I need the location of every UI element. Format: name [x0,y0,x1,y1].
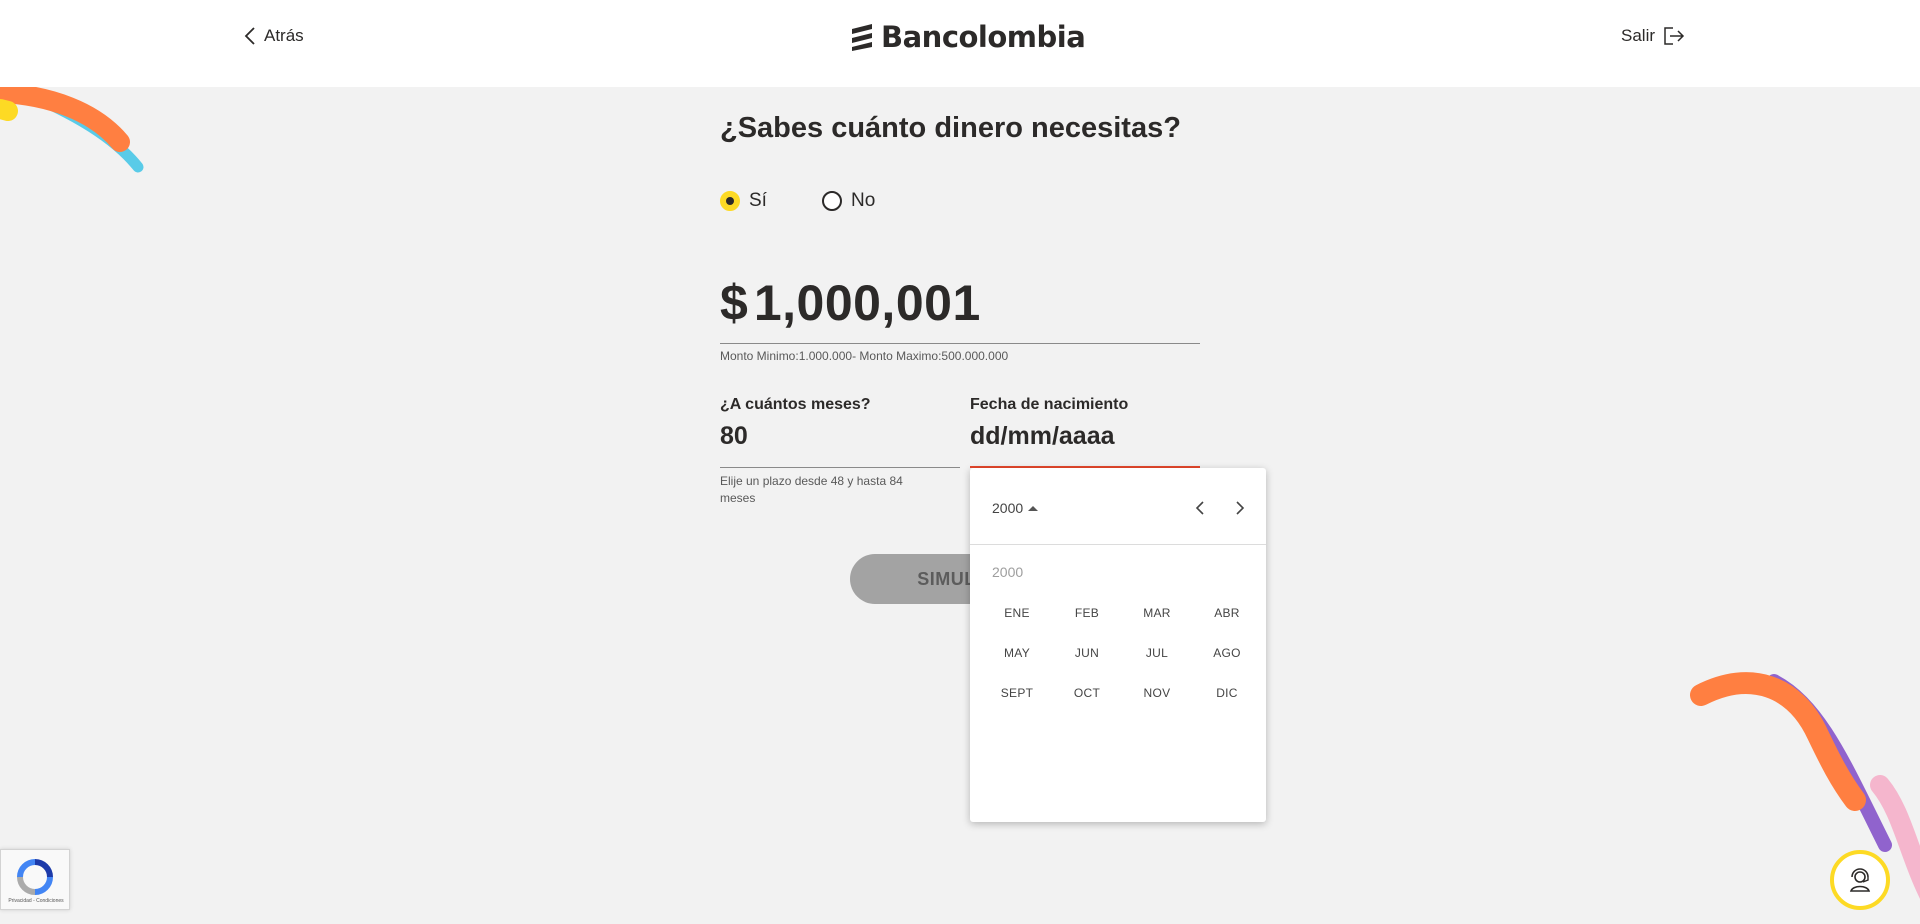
decorative-curve-top-left [0,87,144,173]
recaptcha-icon [17,859,53,895]
recaptcha-badge[interactable]: Privacidad - Condiciones [0,849,70,910]
amount-input[interactable]: $ 1,000,001 [720,262,1200,344]
next-year-button[interactable] [1228,496,1252,520]
back-label: Atrás [264,26,304,45]
brand-name: Bancolombia [881,20,1086,54]
month-grid: ENE FEB MAR ABR MAY JUN JUL AGO SEPT OCT… [982,593,1262,713]
radio-no-indicator[interactable] [822,191,842,211]
month-jul[interactable]: JUL [1122,633,1192,673]
bancolombia-logo-icon [852,24,872,51]
month-mar[interactable]: MAR [1122,593,1192,633]
month-ene[interactable]: ENE [982,593,1052,633]
month-dic[interactable]: DIC [1192,673,1262,713]
radio-yes-label: Sí [749,190,767,211]
header: Atrás Bancolombia Salir [0,0,1920,87]
months-label: ¿A cuántos meses? [720,396,871,413]
page-title: ¿Sabes cuánto dinero necesitas? [720,112,1181,144]
recaptcha-footer[interactable]: Privacidad - Condiciones [1,898,71,904]
months-hint: Elije un plazo desde 48 y hasta 84 meses [720,474,903,505]
month-oct[interactable]: OCT [1052,673,1122,713]
help-chat-button[interactable] [1830,850,1890,910]
caret-up-icon [1028,505,1039,511]
radio-yes[interactable]: Sí [720,190,767,212]
months-underline [720,467,960,468]
month-feb[interactable]: FEB [1052,593,1122,633]
chevron-right-icon [1236,501,1245,515]
currency-symbol: $ [720,274,748,331]
exit-label: Salir [1621,26,1656,45]
chevron-left-icon [1195,501,1204,515]
birthdate-input[interactable]: dd/mm/aaaa [970,422,1115,451]
exit-icon [1664,27,1685,45]
months-input[interactable]: 80 [720,422,748,451]
month-ago[interactable]: AGO [1192,633,1262,673]
month-may[interactable]: MAY [982,633,1052,673]
bancolombia-logo: Bancolombia [849,20,1086,54]
month-abr[interactable]: ABR [1192,593,1262,633]
birthdate-label: Fecha de nacimiento [970,396,1129,413]
picker-header: 2000 [970,468,1266,545]
month-jun[interactable]: JUN [1052,633,1122,673]
month-sept[interactable]: SEPT [982,673,1052,713]
radio-yes-indicator[interactable] [720,191,740,211]
prev-year-button[interactable] [1188,496,1212,520]
radio-no-label: No [851,190,876,211]
year-toggle-label: 2000 [992,500,1024,516]
month-picker: 2000 2000 ENE FEB MAR ABR MAY JUN JUL AG… [970,468,1266,822]
amount-hint: Monto Minimo:1.000.000- Monto Maximo:500… [720,349,1009,363]
back-button[interactable]: Atrás [244,26,304,46]
exit-button[interactable]: Salir [1621,26,1685,46]
amount-value[interactable]: 1,000,001 [754,274,981,332]
support-agent-icon [1849,868,1871,892]
radio-no[interactable]: No [822,190,875,212]
chevron-left-icon [244,27,255,45]
picker-year-label: 2000 [992,564,1024,580]
year-toggle[interactable]: 2000 [992,500,1039,516]
month-nov[interactable]: NOV [1122,673,1192,713]
